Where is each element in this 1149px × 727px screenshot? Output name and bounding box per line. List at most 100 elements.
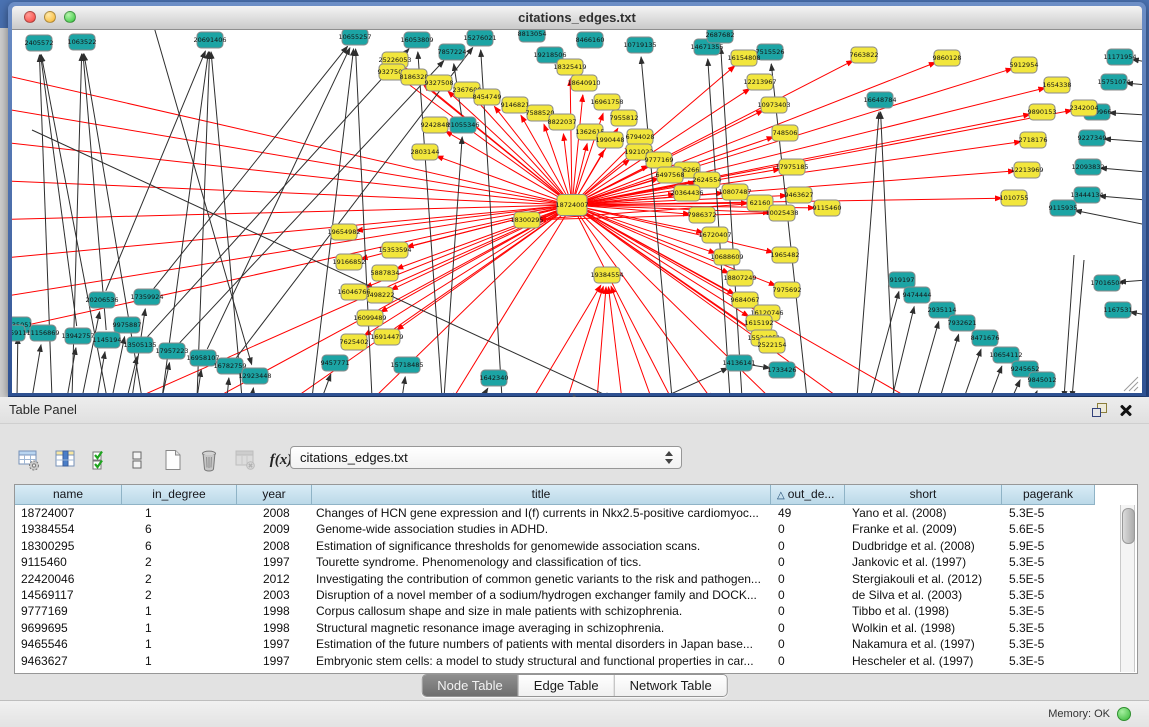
graph-node[interactable]: 3915911 (12, 325, 26, 341)
graph-node[interactable]: 1010755 (1000, 190, 1029, 206)
network-graph[interactable]: 2405572106352220691406106552571605380915… (12, 30, 1142, 393)
float-panel-icon[interactable] (1092, 403, 1107, 417)
close-panel-icon[interactable] (1119, 403, 1133, 417)
column-header-year[interactable]: year (237, 485, 312, 505)
table-selector-dropdown[interactable]: citations_edges.txt (290, 446, 682, 469)
graph-node[interactable]: 9474444 (903, 287, 932, 303)
graph-node[interactable]: 12213967 (743, 74, 776, 90)
column-header-out-de-[interactable]: △out_de... (771, 485, 845, 505)
tab-network-table[interactable]: Network Table (614, 675, 727, 696)
table-row[interactable]: 969969511998Structural magnetic resonanc… (15, 620, 1137, 636)
graph-node[interactable]: 748506 (772, 125, 798, 141)
column-header-pagerank[interactable]: pagerank (1002, 485, 1095, 505)
graph-node[interactable]: 20206536 (85, 292, 118, 308)
graph-node[interactable]: 10688609 (710, 249, 743, 265)
graph-node[interactable]: 9890153 (1028, 104, 1057, 120)
graph-node[interactable]: 2405572 (25, 35, 54, 51)
graph-node[interactable]: 7975692 (773, 282, 802, 298)
window-titlebar[interactable]: citations_edges.txt (12, 6, 1142, 30)
graph-node[interactable]: 11156869 (26, 325, 59, 341)
trash-icon[interactable] (194, 446, 224, 474)
graph-node[interactable]: 15751074 (1097, 74, 1130, 90)
graph-node[interactable]: 9845012 (1028, 372, 1057, 388)
graph-node[interactable]: 16648784 (863, 92, 896, 108)
column-header-short[interactable]: short (845, 485, 1002, 505)
graph-node[interactable]: 8454749 (473, 89, 502, 105)
graph-node[interactable]: 10973403 (757, 97, 790, 113)
table-row[interactable]: 1830029562008Estimation of significance … (15, 538, 1137, 554)
graph-node[interactable]: 2718176 (1019, 132, 1048, 148)
graph-node[interactable]: 9115935 (1049, 200, 1078, 216)
graph-node[interactable]: 16046766 (337, 284, 370, 300)
new-file-icon[interactable] (158, 446, 188, 474)
graph-node[interactable]: 2687682 (706, 30, 735, 43)
graph-node[interactable]: 7955812 (610, 110, 639, 126)
graph-node[interactable]: 7857224 (438, 44, 467, 60)
graph-node[interactable]: 10807487 (718, 184, 751, 200)
graph-node[interactable]: 18807249 (723, 270, 756, 286)
table-panel-header[interactable]: Table Panel (0, 397, 1149, 424)
graph-node[interactable]: 16961758 (590, 94, 623, 110)
graph-node[interactable]: 16914479 (370, 329, 403, 345)
graph-node[interactable]: 1965482 (771, 247, 800, 263)
graph-node[interactable]: 15718485 (390, 357, 423, 373)
graph-node[interactable]: 1990448 (596, 132, 625, 148)
graph-node[interactable]: 1642340 (480, 370, 509, 386)
vertical-scrollbar[interactable] (1120, 505, 1135, 672)
graph-node[interactable]: 17016504 (1090, 275, 1123, 291)
network-canvas[interactable]: 2405572106352220691406106552571605380915… (12, 30, 1142, 393)
graph-node[interactable]: 16720407 (698, 227, 731, 243)
graph-node[interactable]: 9242848 (421, 117, 450, 133)
graph-node[interactable]: 17975185 (775, 159, 808, 175)
graph-node[interactable]: 12923448 (238, 368, 271, 384)
graph-node[interactable]: 18300295 (510, 212, 543, 228)
graph-node[interactable]: 10655257 (338, 30, 371, 45)
table-row[interactable]: 1872400712008Changes of HCN gene express… (15, 505, 1137, 521)
table-row[interactable]: 977716911998Corpus callosum shape and si… (15, 603, 1137, 619)
graph-node[interactable]: 20691406 (193, 32, 226, 48)
graph-node[interactable]: 16154808 (727, 50, 760, 66)
table-column-icon[interactable] (50, 446, 80, 474)
graph-node[interactable]: 1167531 (1104, 302, 1133, 318)
graph-node[interactable]: 15276021 (463, 30, 496, 46)
graph-node[interactable]: 7663822 (850, 47, 879, 63)
graph-node[interactable]: 13942757 (61, 328, 94, 344)
close-button[interactable] (24, 11, 36, 23)
graph-node[interactable]: 9777169 (645, 152, 674, 168)
graph-node[interactable]: 9327508 (425, 75, 454, 91)
graph-node[interactable]: 7932621 (948, 315, 977, 331)
graph-node[interactable]: 15353594 (378, 242, 411, 258)
table-row[interactable]: 946362711997Embryonic stem cells: a mode… (15, 653, 1137, 669)
graph-node[interactable]: 6794028 (626, 129, 655, 145)
graph-node[interactable]: 12093832 (1071, 159, 1104, 175)
tab-edge-table[interactable]: Edge Table (518, 675, 614, 696)
column-header-title[interactable]: title (312, 485, 771, 505)
graph-node[interactable]: 14136141 (722, 355, 755, 371)
graph-node[interactable]: 17957223 (155, 343, 188, 359)
graph-node[interactable]: 18325419 (553, 59, 586, 75)
graph-node[interactable]: 1615192 (745, 315, 774, 331)
table-row[interactable]: 2242004622012Investigating the contribut… (15, 571, 1137, 587)
graph-node[interactable]: 19166852 (332, 254, 365, 270)
graph-node[interactable]: 9227349 (1078, 130, 1107, 146)
table-row[interactable]: 946554611997Estimation of the future num… (15, 636, 1137, 652)
minimize-button[interactable] (44, 11, 56, 23)
column-checklist-icon[interactable] (86, 446, 116, 474)
network-view-window[interactable]: citations_edges.txt 24055721063522206914… (8, 2, 1146, 396)
graph-node[interactable]: 13505135 (123, 337, 156, 353)
graph-node[interactable]: 11171954 (1103, 49, 1136, 65)
tab-node-table[interactable]: Node Table (422, 675, 518, 696)
graph-node[interactable]: 1145194 (93, 332, 122, 348)
canvas-resize-grip[interactable] (1124, 377, 1138, 391)
graph-node[interactable]: 2803144 (411, 144, 440, 160)
graph-node[interactable]: 7986372 (688, 207, 717, 223)
graph-node[interactable]: 8466160 (576, 32, 605, 48)
graph-node[interactable]: 20364436 (670, 185, 703, 201)
table-row[interactable]: 911546021997Tourette syndrome. Phenomeno… (15, 554, 1137, 570)
table-row[interactable]: 1938455462009Genome-wide association stu… (15, 521, 1137, 537)
graph-node[interactable]: 16053809 (400, 32, 433, 48)
graph-node[interactable]: 17359924 (130, 289, 163, 305)
graph-node[interactable]: 10025438 (765, 205, 798, 221)
graph-node[interactable]: 9975887 (113, 317, 142, 333)
graph-node[interactable]: 6497568 (656, 167, 685, 183)
